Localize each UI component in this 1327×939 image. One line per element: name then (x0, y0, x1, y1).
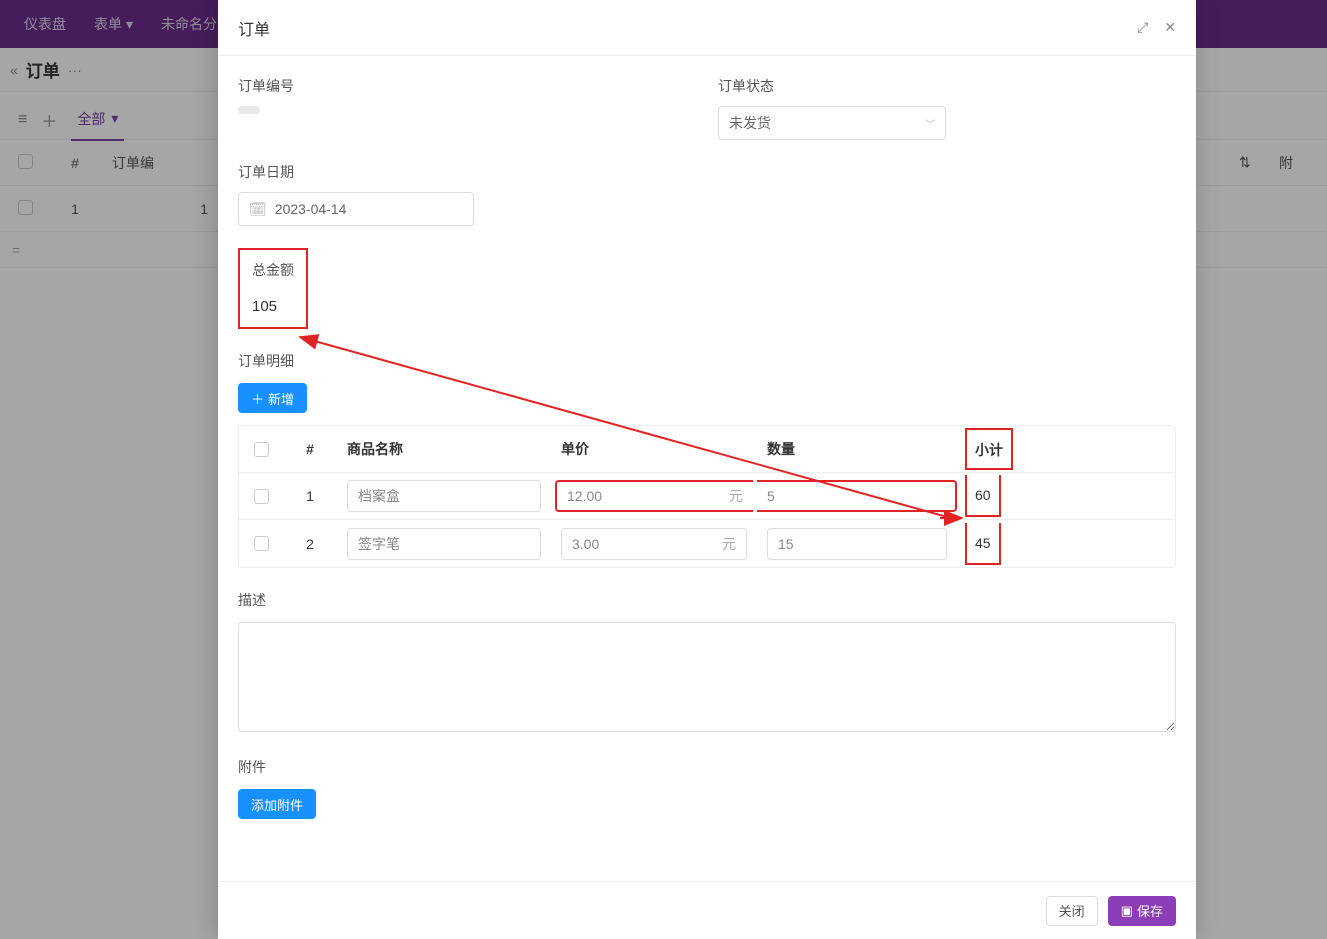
total-value: 105 (252, 298, 294, 315)
modal-body: 订单编号 订单状态 未发货 ﹀ 订单日期 🗓 2023-04-14 总金额 10… (218, 56, 1196, 881)
order-status-select[interactable]: 未发货 ﹀ (718, 106, 946, 140)
order-date-input[interactable]: 🗓 2023-04-14 (238, 192, 474, 226)
add-detail-button[interactable]: ＋ 新增 (238, 383, 307, 413)
price-input[interactable]: 3.00 元 (561, 528, 747, 560)
col-subtotal-label: 小计 (965, 428, 1013, 470)
product-name-input[interactable]: 档案盒 (347, 480, 541, 512)
add-attachment-label: 添加附件 (251, 795, 303, 814)
description-textarea[interactable] (238, 622, 1176, 732)
subtotal-value: 45 (965, 523, 1001, 565)
save-button[interactable]: ▣ 保存 (1108, 896, 1176, 926)
description-label: 描述 (238, 590, 1176, 610)
modal-footer: 关闭 ▣ 保存 (218, 881, 1196, 939)
order-modal: 订单 ⤢ ✕ 订单编号 订单状态 未发货 ﹀ 订单日期 🗓 202 (218, 0, 1196, 939)
total-label: 总金额 (252, 260, 294, 280)
add-detail-label: 新增 (268, 389, 294, 408)
close-button[interactable]: 关闭 (1046, 896, 1098, 926)
detail-section-label: 订单明细 (238, 351, 1176, 371)
save-icon: ▣ (1121, 903, 1133, 919)
subtotal-cell: 45 (957, 535, 1163, 553)
qty-value: 15 (778, 536, 794, 552)
chevron-down-icon: ﹀ (925, 116, 935, 131)
calendar-icon: 🗓 (249, 201, 267, 218)
col-qty: 数量 (757, 439, 957, 459)
col-index: # (283, 441, 337, 457)
plus-icon: ＋ (251, 389, 264, 408)
currency-suffix: 元 (722, 534, 736, 554)
add-attachment-button[interactable]: 添加附件 (238, 789, 316, 819)
attachment-label: 附件 (238, 757, 1176, 777)
subtotal-cell: 60 (957, 487, 1163, 505)
col-subtotal: 小计 (957, 438, 1163, 460)
price-value: 12.00 (567, 488, 602, 504)
col-price: 单价 (551, 439, 757, 459)
detail-row-index: 1 (283, 488, 337, 504)
detail-select-all[interactable] (254, 442, 269, 457)
detail-row-checkbox[interactable] (254, 489, 269, 504)
detail-row-index: 2 (283, 536, 337, 552)
order-no-label: 订单编号 (238, 76, 678, 96)
field-order-no: 订单编号 (238, 76, 678, 140)
modal-title: 订单 (238, 16, 270, 40)
order-no-placeholder (238, 106, 260, 114)
product-name-input[interactable]: 签字笔 (347, 528, 541, 560)
detail-table: # 商品名称 单价 数量 小计 1 档案盒 12.00 元 (238, 425, 1176, 568)
col-name: 商品名称 (337, 439, 551, 459)
currency-suffix: 元 (729, 486, 743, 506)
save-label: 保存 (1137, 901, 1163, 920)
qty-value: 5 (767, 488, 775, 504)
price-value: 3.00 (572, 536, 599, 552)
detail-table-header: # 商品名称 单价 数量 小计 (239, 426, 1175, 473)
detail-row-checkbox[interactable] (254, 536, 269, 551)
qty-input[interactable]: 15 (767, 528, 947, 560)
order-date-value: 2023-04-14 (275, 201, 347, 217)
expand-icon[interactable]: ⤢ (1137, 19, 1148, 36)
subtotal-value: 60 (965, 475, 1001, 517)
order-status-value: 未发货 (729, 113, 771, 133)
qty-input[interactable]: 5 (757, 480, 957, 512)
order-status-label: 订单状态 (718, 76, 1158, 96)
close-icon[interactable]: ✕ (1164, 19, 1176, 36)
product-name-value: 签字笔 (358, 534, 400, 554)
field-order-status: 订单状态 未发货 ﹀ (718, 76, 1158, 140)
price-input[interactable]: 12.00 元 (555, 480, 753, 512)
modal-header: 订单 ⤢ ✕ (218, 0, 1196, 56)
product-name-value: 档案盒 (358, 486, 400, 506)
total-amount-block: 总金额 105 (238, 248, 308, 329)
detail-row: 2 签字笔 3.00 元 15 45 (239, 520, 1175, 567)
field-order-date: 订单日期 🗓 2023-04-14 (238, 162, 1176, 226)
order-date-label: 订单日期 (238, 162, 1176, 182)
detail-row: 1 档案盒 12.00 元 5 60 (239, 473, 1175, 520)
